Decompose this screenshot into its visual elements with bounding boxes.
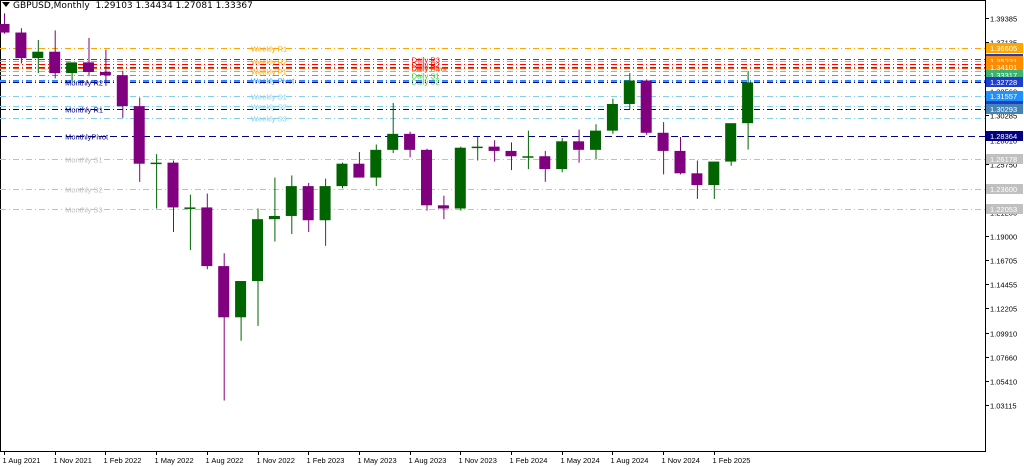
chart-header: GBPUSD,Monthly 1.29103 1.34434 1.27081 1… <box>2 1 253 11</box>
candle-body <box>556 141 568 170</box>
candle-body <box>522 156 534 158</box>
level-label: Monthly R1 <box>65 106 103 115</box>
candle-body <box>167 162 179 208</box>
candle-body <box>32 51 44 59</box>
x-tick-label: 1 May 2023 <box>358 456 397 465</box>
level-label: Weekly S1 <box>251 93 287 102</box>
candle-body <box>0 23 10 33</box>
candle-body <box>387 133 399 150</box>
candle-body <box>590 130 601 150</box>
candle-body <box>83 62 94 72</box>
y-tick-label: 1.39385 <box>990 15 1017 24</box>
level-label: Weekly R2 <box>251 58 287 67</box>
price-box-label: 1.28364 <box>990 132 1017 141</box>
level-label: Weekly S3 <box>251 115 287 124</box>
y-tick-label: 1.03115 <box>990 402 1017 411</box>
level-label: Monthly R2 <box>65 79 103 88</box>
x-tick-label: 1 Feb 2023 <box>307 456 345 465</box>
candlestick-chart[interactable]: Weekly R1Daily R3Weekly R2 Daily R2Daily … <box>0 0 1024 467</box>
price-box-label: 1.30293 <box>990 105 1017 114</box>
candle-body <box>15 32 27 59</box>
price-box-label: 1.32728 <box>990 78 1017 87</box>
x-tick-label: 1 Aug 2022 <box>206 456 244 465</box>
symbol-dropdown-icon[interactable] <box>2 2 10 7</box>
candle-body <box>268 215 280 220</box>
candle-body <box>421 149 432 206</box>
candle-body <box>539 156 551 170</box>
x-tick-label: 1 Nov 2021 <box>54 456 92 465</box>
x-tick-label: 1 Nov 2022 <box>257 456 295 465</box>
x-tick-label: 1 Nov 2023 <box>459 456 497 465</box>
candle-body <box>99 71 111 76</box>
level-label: Weekly R1 <box>251 45 287 54</box>
time-axis[interactable]: 1 Aug 2021 1 Nov 2021 1 Feb 2022 1 May 2022… <box>3 451 751 465</box>
x-tick-label: 1 Aug 2023 <box>409 456 447 465</box>
candle-body <box>725 123 737 162</box>
price-box-label: 1.23600 <box>990 185 1017 194</box>
candle-body <box>353 163 365 178</box>
candle-body <box>184 207 196 209</box>
y-tick-label: 1.14455 <box>990 281 1017 290</box>
candle-body <box>133 106 145 164</box>
x-tick-label: 1 Aug 2021 <box>3 456 41 465</box>
y-tick-label: 1.19000 <box>990 233 1017 242</box>
candle-body <box>742 82 754 124</box>
candle-body <box>623 80 635 104</box>
price-box-label: 1.26178 <box>990 155 1017 164</box>
x-tick-label: 1 Feb 2025 <box>713 456 751 465</box>
y-tick-label: 1.05410 <box>990 378 1017 387</box>
candle-body <box>66 62 78 74</box>
candle-body <box>49 51 61 74</box>
candle-body <box>201 207 213 267</box>
candle-body <box>505 150 517 157</box>
candle-body <box>657 132 669 151</box>
candle-body <box>488 146 500 151</box>
x-tick-label: 1 Aug 2024 <box>611 456 649 465</box>
symbol-timeframe: GBPUSD,Monthly <box>13 1 90 11</box>
x-tick-label: 1 May 2022 <box>155 456 194 465</box>
y-tick-label: 1.09910 <box>990 330 1017 339</box>
ohlc-readout: 1.29103 1.34434 1.27081 1.33367 <box>95 1 253 11</box>
level-label: Monthly S3 <box>65 206 103 215</box>
candle-body <box>370 149 382 178</box>
y-tick-label: 1.12205 <box>990 305 1017 314</box>
level-label: Monthly S1 <box>65 156 103 165</box>
price-box-label: 1.31557 <box>990 92 1017 101</box>
y-tick-label: 1.16705 <box>990 257 1017 266</box>
candle-body <box>116 75 128 107</box>
candle-body <box>606 103 618 131</box>
candle-body <box>336 163 348 187</box>
candle-body <box>218 266 230 318</box>
candle-body <box>691 173 703 186</box>
y-tick-label: 1.07660 <box>990 354 1017 363</box>
x-tick-label: 1 Feb 2024 <box>510 456 548 465</box>
candle-body <box>454 147 466 209</box>
price-box-label: 1.22053 <box>990 205 1017 214</box>
candle-body <box>471 146 483 149</box>
candle-body <box>302 186 314 221</box>
level-label: Weekly S2 <box>251 103 287 112</box>
pivot-levels: Weekly R1Daily R3Weekly R2 Daily R2Daily … <box>0 45 985 215</box>
x-tick-label: 1 Feb 2022 <box>104 456 142 465</box>
candle-body <box>573 141 585 150</box>
candle-body <box>285 186 297 216</box>
x-tick-label: 1 Nov 2024 <box>662 456 700 465</box>
candle-body <box>404 133 416 150</box>
candle-body <box>252 219 263 282</box>
candle-body <box>437 205 449 209</box>
candle-body <box>708 161 720 186</box>
level-price-boxes: 1.366051.353071.352211.341011.333171.327… <box>986 43 1023 214</box>
x-tick-label: 1 May 2024 <box>561 456 600 465</box>
candle-body <box>319 186 331 221</box>
price-box-label: 1.36605 <box>990 44 1017 53</box>
level-label: Monthly S2 <box>65 186 103 195</box>
candle-body <box>640 80 652 133</box>
level-label: MonthlyPivot <box>65 133 109 142</box>
candle-body <box>674 150 686 174</box>
candle-body <box>150 162 162 165</box>
candle-body <box>235 281 247 318</box>
